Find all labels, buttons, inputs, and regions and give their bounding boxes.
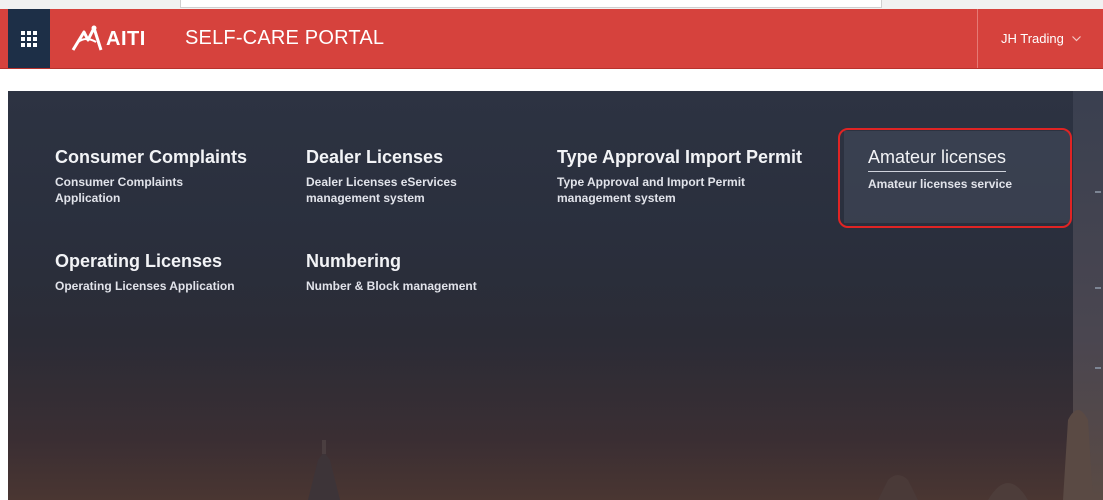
tile-amateur-licenses[interactable]: Amateur licenses Amateur licenses servic… xyxy=(844,131,1070,223)
tile-dealer-licenses[interactable]: Dealer Licenses Dealer Licenses eService… xyxy=(306,147,526,206)
tile-description: Amateur licenses service xyxy=(868,177,1013,191)
portal-title: SELF-CARE PORTAL xyxy=(185,27,385,49)
user-menu[interactable]: JH Trading xyxy=(977,9,1103,68)
tile-title: Type Approval Import Permit xyxy=(557,147,803,167)
address-bar[interactable] xyxy=(180,0,882,8)
tile-description: Type Approval and Import Permit manageme… xyxy=(557,175,746,205)
app-tiles-panel: Consumer Complaints Consumer Complaints … xyxy=(8,91,1103,500)
tile-description: Operating Licenses Application xyxy=(55,279,235,293)
tile-description: Dealer Licenses eServices management sys… xyxy=(306,175,457,205)
portal-header: AITI SELF-CARE PORTAL JH Trading xyxy=(0,9,1103,69)
tile-title: Operating Licenses xyxy=(55,251,223,271)
tile-title: Dealer Licenses xyxy=(306,147,444,167)
app-launcher-button[interactable] xyxy=(8,9,50,68)
tile-consumer-complaints[interactable]: Consumer Complaints Consumer Complaints … xyxy=(55,147,275,206)
scroll-marker xyxy=(1095,191,1101,193)
scroll-marker xyxy=(1095,287,1101,289)
scroll-marker xyxy=(1095,367,1101,369)
tile-title: Numbering xyxy=(306,251,402,271)
chevron-down-icon xyxy=(1071,35,1081,41)
tile-type-approval-import-permit[interactable]: Type Approval Import Permit Type Approva… xyxy=(557,147,827,206)
waffle-grid-icon xyxy=(21,30,37,47)
aiti-bird-icon xyxy=(71,25,103,51)
tile-operating-licenses[interactable]: Operating Licenses Operating Licenses Ap… xyxy=(55,251,285,294)
tile-description: Number & Block management xyxy=(306,279,477,293)
tile-description: Consumer Complaints Application xyxy=(55,175,184,205)
mosque-silhouette xyxy=(308,410,1093,500)
aiti-logo[interactable]: AITI xyxy=(70,19,146,59)
logo-text: AITI xyxy=(106,27,146,50)
tile-title: Amateur licenses xyxy=(868,147,1007,172)
tile-title: Consumer Complaints xyxy=(55,147,248,167)
tile-numbering[interactable]: Numbering Number & Block management xyxy=(306,251,536,294)
user-name: JH Trading xyxy=(1001,31,1064,46)
header-spacer xyxy=(0,69,1103,91)
